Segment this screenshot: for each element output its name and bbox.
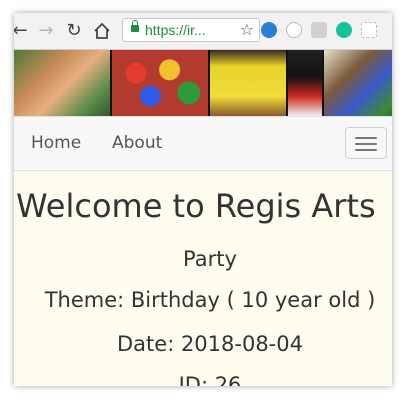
home-icon[interactable] <box>92 21 112 41</box>
forward-arrow-icon[interactable]: → <box>36 21 56 41</box>
extension-square-icon[interactable] <box>361 22 377 38</box>
star-icon[interactable]: ☆ <box>240 20 254 40</box>
url-text: https://ir... <box>145 22 206 38</box>
balloon-photo <box>112 50 208 116</box>
site-navbar: Home About <box>14 116 392 171</box>
main-content: Welcome to Regis Arts Party Theme: Birth… <box>14 170 392 386</box>
grammarly-icon[interactable] <box>336 22 352 38</box>
party-label: Party <box>183 247 237 271</box>
extension-gray-icon[interactable] <box>311 22 327 38</box>
date-line: Date: 2018-08-04 <box>117 332 303 356</box>
spongebob-photo <box>210 50 286 116</box>
browser-toolbar: ← → ↻ https://ir... ☆ <box>14 13 392 50</box>
party-kids-photo <box>324 50 392 116</box>
hamburger-icon <box>355 137 377 139</box>
nav-home-link[interactable]: Home <box>31 133 81 153</box>
nav-about-link[interactable]: About <box>112 133 162 153</box>
hamburger-menu-button[interactable] <box>345 127 387 159</box>
id-line: ID: 26 <box>178 373 242 386</box>
extension-search-icon[interactable] <box>261 22 277 38</box>
back-arrow-icon[interactable]: ← <box>14 21 30 41</box>
browser-window: ← → ↻ https://ir... ☆ Home About Welcome… <box>14 13 392 386</box>
mickey-mouse-photo <box>288 50 322 116</box>
face-painting-photo <box>14 50 110 116</box>
address-bar[interactable]: https://ir... ☆ <box>122 18 260 42</box>
photo-banner <box>14 50 392 116</box>
theme-line: Theme: Birthday ( 10 year old ) <box>44 288 376 312</box>
extension-circle-icon[interactable] <box>286 22 302 38</box>
reload-icon[interactable]: ↻ <box>64 21 84 41</box>
page-title: Welcome to Regis Arts <box>16 187 376 225</box>
lock-icon <box>131 20 139 32</box>
